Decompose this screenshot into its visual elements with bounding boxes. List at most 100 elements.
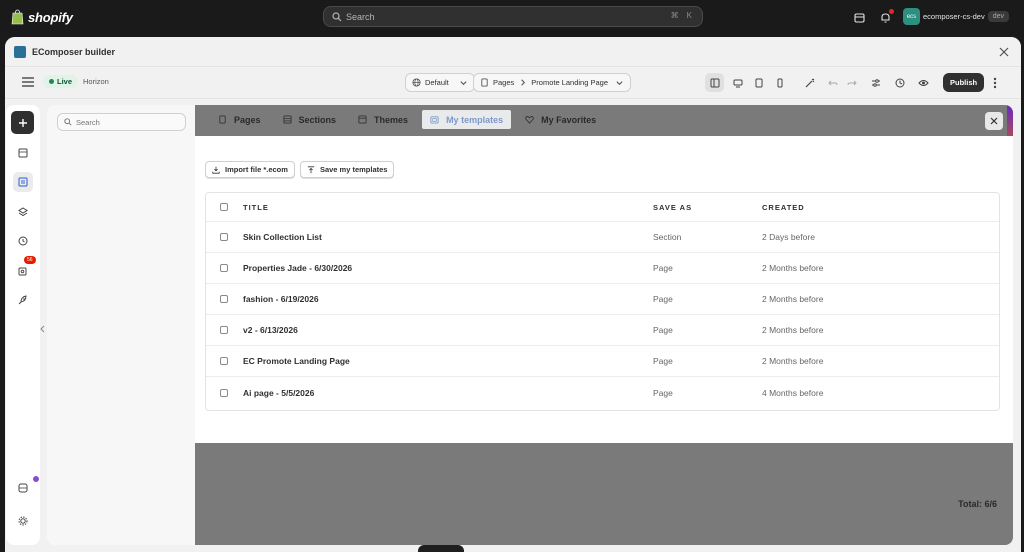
gear-icon[interactable] [13,511,33,531]
left-icon-rail: 56 [6,105,40,545]
table-row[interactable]: v2 - 6/13/2026 Page 2 Months before [206,315,999,346]
page-icon [481,78,488,87]
account-tag: dev [987,11,1009,22]
table-row[interactable]: Ai page - 5/5/2026 Page 4 Months before [206,377,999,408]
select-all-checkbox[interactable] [220,203,228,211]
search-shortcut: ⌘ K [671,11,692,20]
collapse-handle-icon[interactable] [40,322,45,336]
header-title: TITLE [243,202,269,212]
folder-icon [430,116,439,124]
history-clock-icon[interactable] [13,231,33,251]
bottom-drawer-handle[interactable] [418,545,464,552]
page-select[interactable]: Pages Promote Landing Page [473,73,632,92]
row-save-as: Page [653,387,673,398]
search-icon [332,11,342,21]
add-element-button[interactable] [11,111,34,134]
row-save-as: Page [653,294,673,304]
modal-close-button[interactable] [985,112,1003,130]
live-dot [49,79,54,84]
desktop-icon[interactable] [728,73,747,92]
theme-icon [358,115,367,124]
pages-icon[interactable] [13,143,33,163]
edit-tools [800,73,933,92]
store-icon[interactable] [850,8,868,26]
live-status-badge: Live [43,75,79,88]
row-title: Skin Collection List [243,232,322,242]
row-checkbox[interactable] [220,264,228,272]
panel-search-input[interactable]: Search [57,113,186,131]
row-title: v2 - 6/13/2026 [243,325,298,335]
live-label: Live [57,77,73,86]
theme-name: Horizon [83,77,109,86]
table-row[interactable]: fashion - 6/19/2026 Page 2 Months before [206,284,999,315]
templates-panel: Import file *.ecom Save my templates TIT… [195,136,1013,443]
account-name: ecomposer-cs-dev [923,12,985,21]
redo-icon[interactable] [842,73,861,92]
settings-sliders-icon[interactable] [866,73,885,92]
layers-icon[interactable] [13,202,33,222]
tab-my-templates[interactable]: My templates [422,110,512,129]
row-save-as: Page [653,263,673,273]
shopify-bag-icon [11,9,24,25]
tab-themes[interactable]: Themes [350,110,416,129]
rocket-icon[interactable] [13,290,33,310]
k-key: K [686,11,692,20]
magic-wand-icon[interactable] [800,73,819,92]
shopify-topbar: shopify Search ⌘ K ecs ecomposer-cs-dev d… [0,0,1024,33]
tab-my-favorites[interactable]: My Favorites [517,110,604,129]
table-row[interactable]: Properties Jade - 6/30/2026 Page 2 Month… [206,253,999,284]
download-icon [212,166,220,174]
section-icon [282,115,292,124]
close-icon[interactable] [999,47,1009,57]
tab-pages[interactable]: Pages [210,110,269,129]
menu-icon[interactable] [22,77,34,87]
tab-label: My templates [446,114,504,125]
tab-label: My Favorites [541,114,597,125]
table-row[interactable]: EC Promote Landing Page Page 2 Months be… [206,346,999,377]
apps-icon[interactable] [13,261,33,281]
mobile-icon[interactable] [770,73,789,92]
more-options-icon[interactable] [990,77,1000,89]
row-checkbox[interactable] [220,233,228,241]
row-checkbox[interactable] [220,326,228,334]
page-icon [219,115,226,124]
cmd-key: ⌘ [670,11,679,20]
search-icon [64,118,72,126]
layout-toggle-icon[interactable] [705,73,724,92]
tab-sections[interactable]: Sections [275,110,345,129]
template-select-label: Default [425,78,449,87]
row-created: 4 Months before [762,387,824,398]
notification-bell-icon[interactable] [876,8,894,26]
row-created: 2 Months before [762,294,824,304]
import-file-button[interactable]: Import file *.ecom [205,161,295,178]
avatar: ecs [903,8,920,25]
save-templates-button[interactable]: Save my templates [299,161,395,178]
global-search-input[interactable]: Search ⌘ K [323,6,703,27]
preview-eye-icon[interactable] [914,73,933,92]
table-row[interactable]: Skin Collection List Section 2 Days befo… [206,222,999,253]
tablet-icon[interactable] [749,73,768,92]
templates-icon[interactable] [13,172,33,192]
row-save-as: Section [653,232,682,242]
template-select[interactable]: Default [405,73,475,92]
row-save-as: Page [653,325,673,335]
notification-badge [889,9,894,14]
panel-search-placeholder: Search [76,117,100,127]
header-save-as: SAVE AS [653,202,693,212]
database-icon[interactable] [13,478,33,498]
window-titlebar: EComposer builder [5,37,1021,67]
search-placeholder: Search [346,11,375,22]
panel-actions: Import file *.ecom Save my templates [205,161,395,178]
history-icon[interactable] [890,73,909,92]
templates-table: TITLE SAVE AS CREATED Skin Collection Li… [205,192,1000,411]
row-title: Ai page - 5/5/2026 [243,387,315,398]
tab-label: Themes [374,114,409,125]
publish-button[interactable]: Publish [943,73,985,92]
account-menu[interactable]: ecs ecomposer-cs-dev dev [903,8,1009,25]
page-name-label: Promote Landing Page [531,78,609,87]
row-checkbox[interactable] [220,388,228,397]
undo-icon[interactable] [823,73,842,92]
shopify-logo[interactable]: shopify [11,9,73,25]
row-checkbox[interactable] [220,295,228,303]
row-checkbox[interactable] [220,357,228,365]
